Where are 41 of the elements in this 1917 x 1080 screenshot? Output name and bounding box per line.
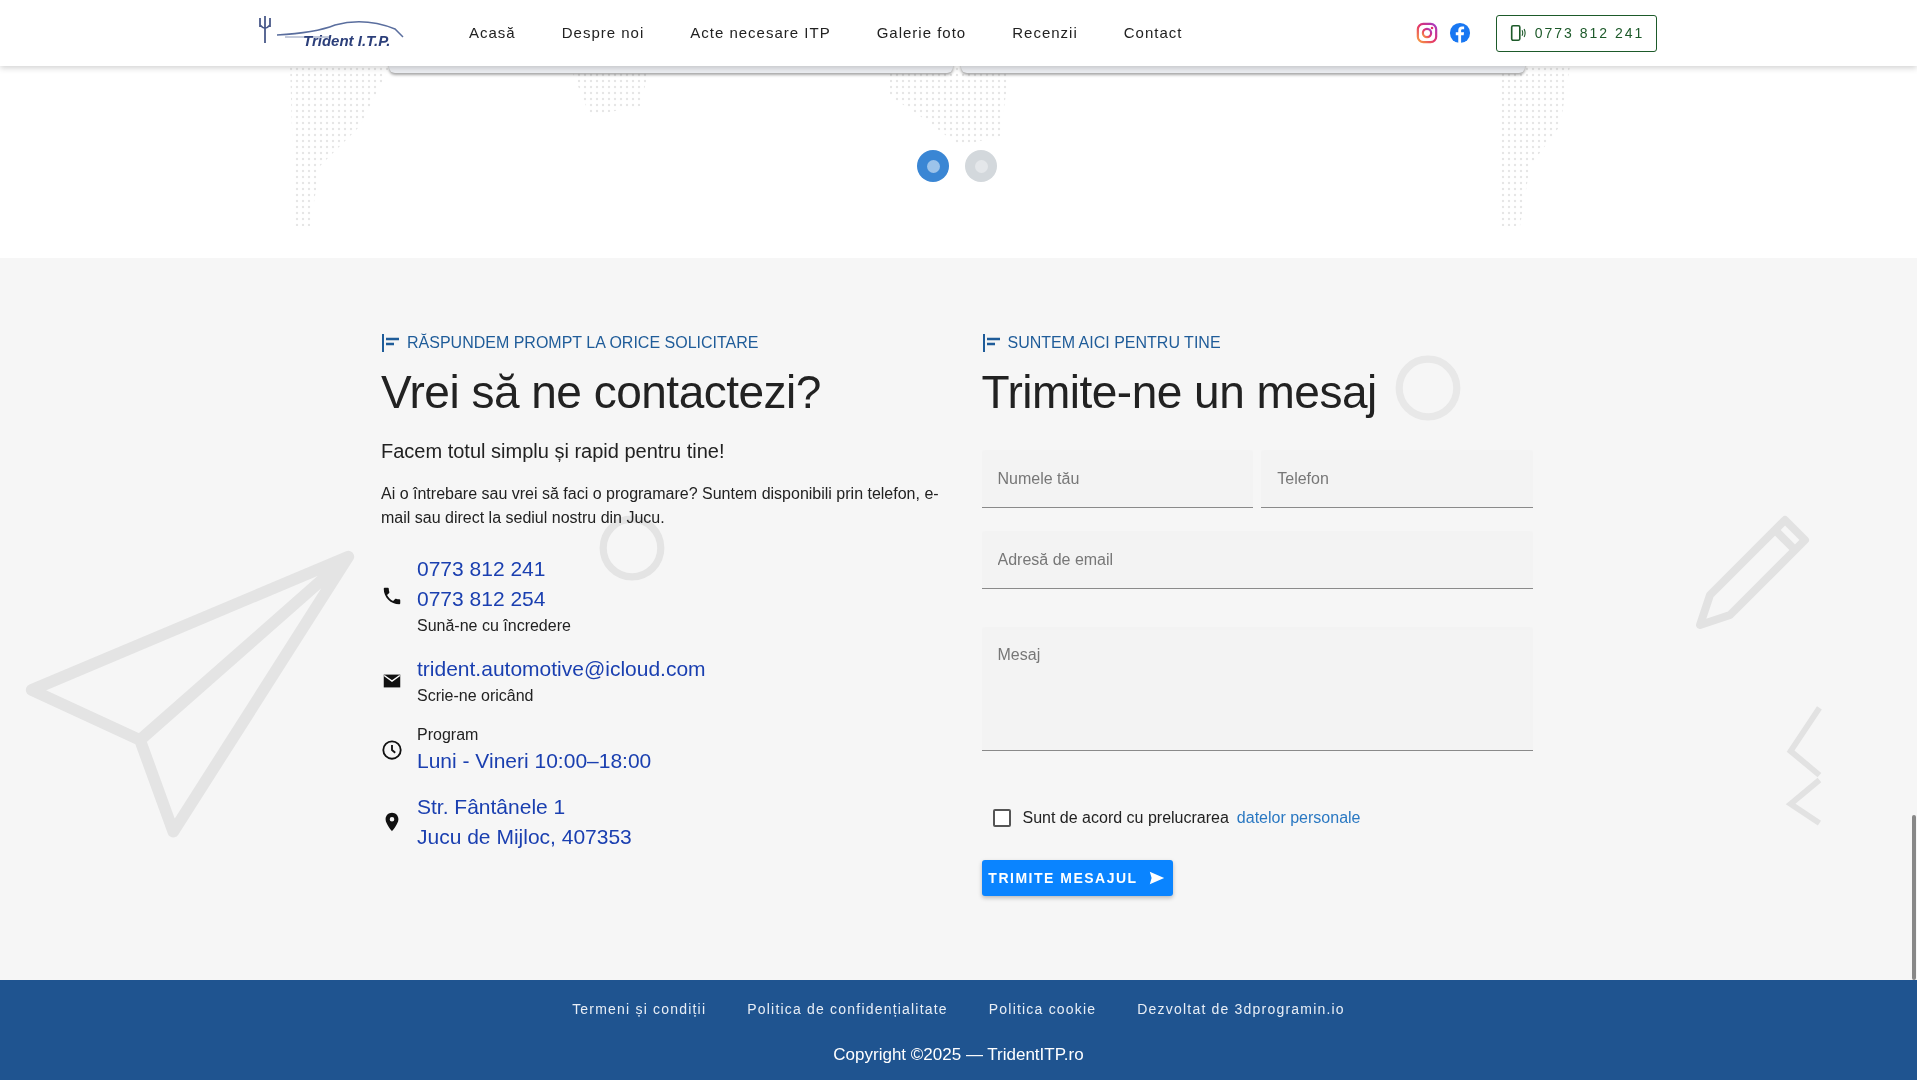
- copyright-text: Copyright ©2025 — TridentITP.ro: [833, 1044, 1084, 1066]
- nav-link[interactable]: Recenzii: [1012, 21, 1078, 45]
- section-tagline: SUNTEM AICI PENTRU TINE: [1007, 333, 1221, 353]
- privacy-link[interactable]: datelor personale: [1236, 806, 1361, 830]
- phone-icon: [381, 585, 403, 607]
- tagline-icon: [381, 333, 401, 353]
- info-label: Program: [417, 725, 480, 745]
- facebook-icon[interactable]: [1449, 22, 1471, 44]
- tagline-icon: [981, 333, 1002, 353]
- instagram-icon[interactable]: [1416, 22, 1438, 44]
- opening-hours-text: Luni - Vineri 10:00–18:00: [417, 748, 652, 774]
- address-link[interactable]: Jucu de Mijloc, 407353: [417, 822, 632, 852]
- consent-text: Sunt de acord cu prelucrarea: [1022, 808, 1229, 828]
- logo[interactable]: Trident I.T.P.: [255, 13, 405, 53]
- footer-link[interactable]: Politica de confidențialitate: [747, 999, 948, 1020]
- footer-link[interactable]: Politica cookie: [988, 999, 1097, 1020]
- subheading: Facem totul simplu și rapid pentru tine!: [381, 439, 726, 464]
- send-icon: [1147, 869, 1166, 887]
- nav-link[interactable]: Despre noi: [561, 21, 645, 45]
- section-tagline: RĂSPUNDEM PROMPT LA ORICE SOLICITARE: [407, 332, 759, 353]
- intro-paragraph: Ai o întrebare sau vrei să faci o programare? Suntem disponibili prin telefon, e-mail sau direct la sediul nostru din Jucu.: [381, 484, 940, 528]
- footer-link[interactable]: Dezvoltat de 3dprogramin.io: [1137, 999, 1345, 1020]
- phone-icon: [1508, 24, 1527, 42]
- nav-link[interactable]: Acte necesare ITP: [690, 21, 831, 45]
- clock-icon: [381, 739, 403, 761]
- section-heading: Trimite-ne un mesaj: [981, 365, 1377, 420]
- logo-text: Trident I.T.P.: [303, 30, 391, 51]
- nav-link[interactable]: Acasă: [469, 21, 516, 45]
- nav-link[interactable]: Galerie foto: [876, 21, 967, 45]
- address-link[interactable]: Str. Fântânele 1: [417, 792, 632, 822]
- scrollbar-thumb[interactable]: [1912, 815, 1916, 980]
- email-link[interactable]: trident.automotive@icloud.com: [417, 654, 706, 684]
- footer-link[interactable]: Termeni și condiții: [572, 999, 707, 1020]
- nav-link[interactable]: Contact: [1123, 21, 1183, 45]
- info-note: Scrie-ne oricând: [417, 686, 535, 706]
- submit-button[interactable]: TRIMITE MESAJUL: [981, 860, 1173, 896]
- phone-button[interactable]: 0773 812 241: [1496, 14, 1657, 52]
- phone-number-link[interactable]: 0773 812 241: [417, 554, 571, 584]
- section-heading: Vrei să ne contactezi?: [381, 365, 821, 420]
- phone-number-link[interactable]: 0773 812 254: [417, 584, 571, 614]
- info-note: Sună-ne cu încredere: [417, 616, 571, 636]
